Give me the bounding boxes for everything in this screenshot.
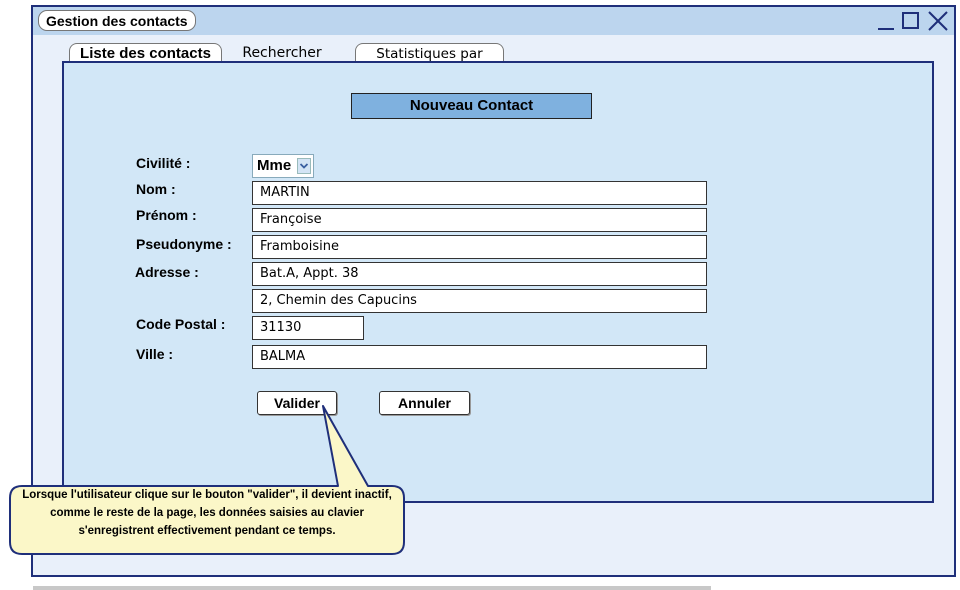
horizontal-scrollbar[interactable] <box>33 586 711 590</box>
callout-text: Lorsque l'utilisateur clique sur le bout… <box>22 489 392 537</box>
